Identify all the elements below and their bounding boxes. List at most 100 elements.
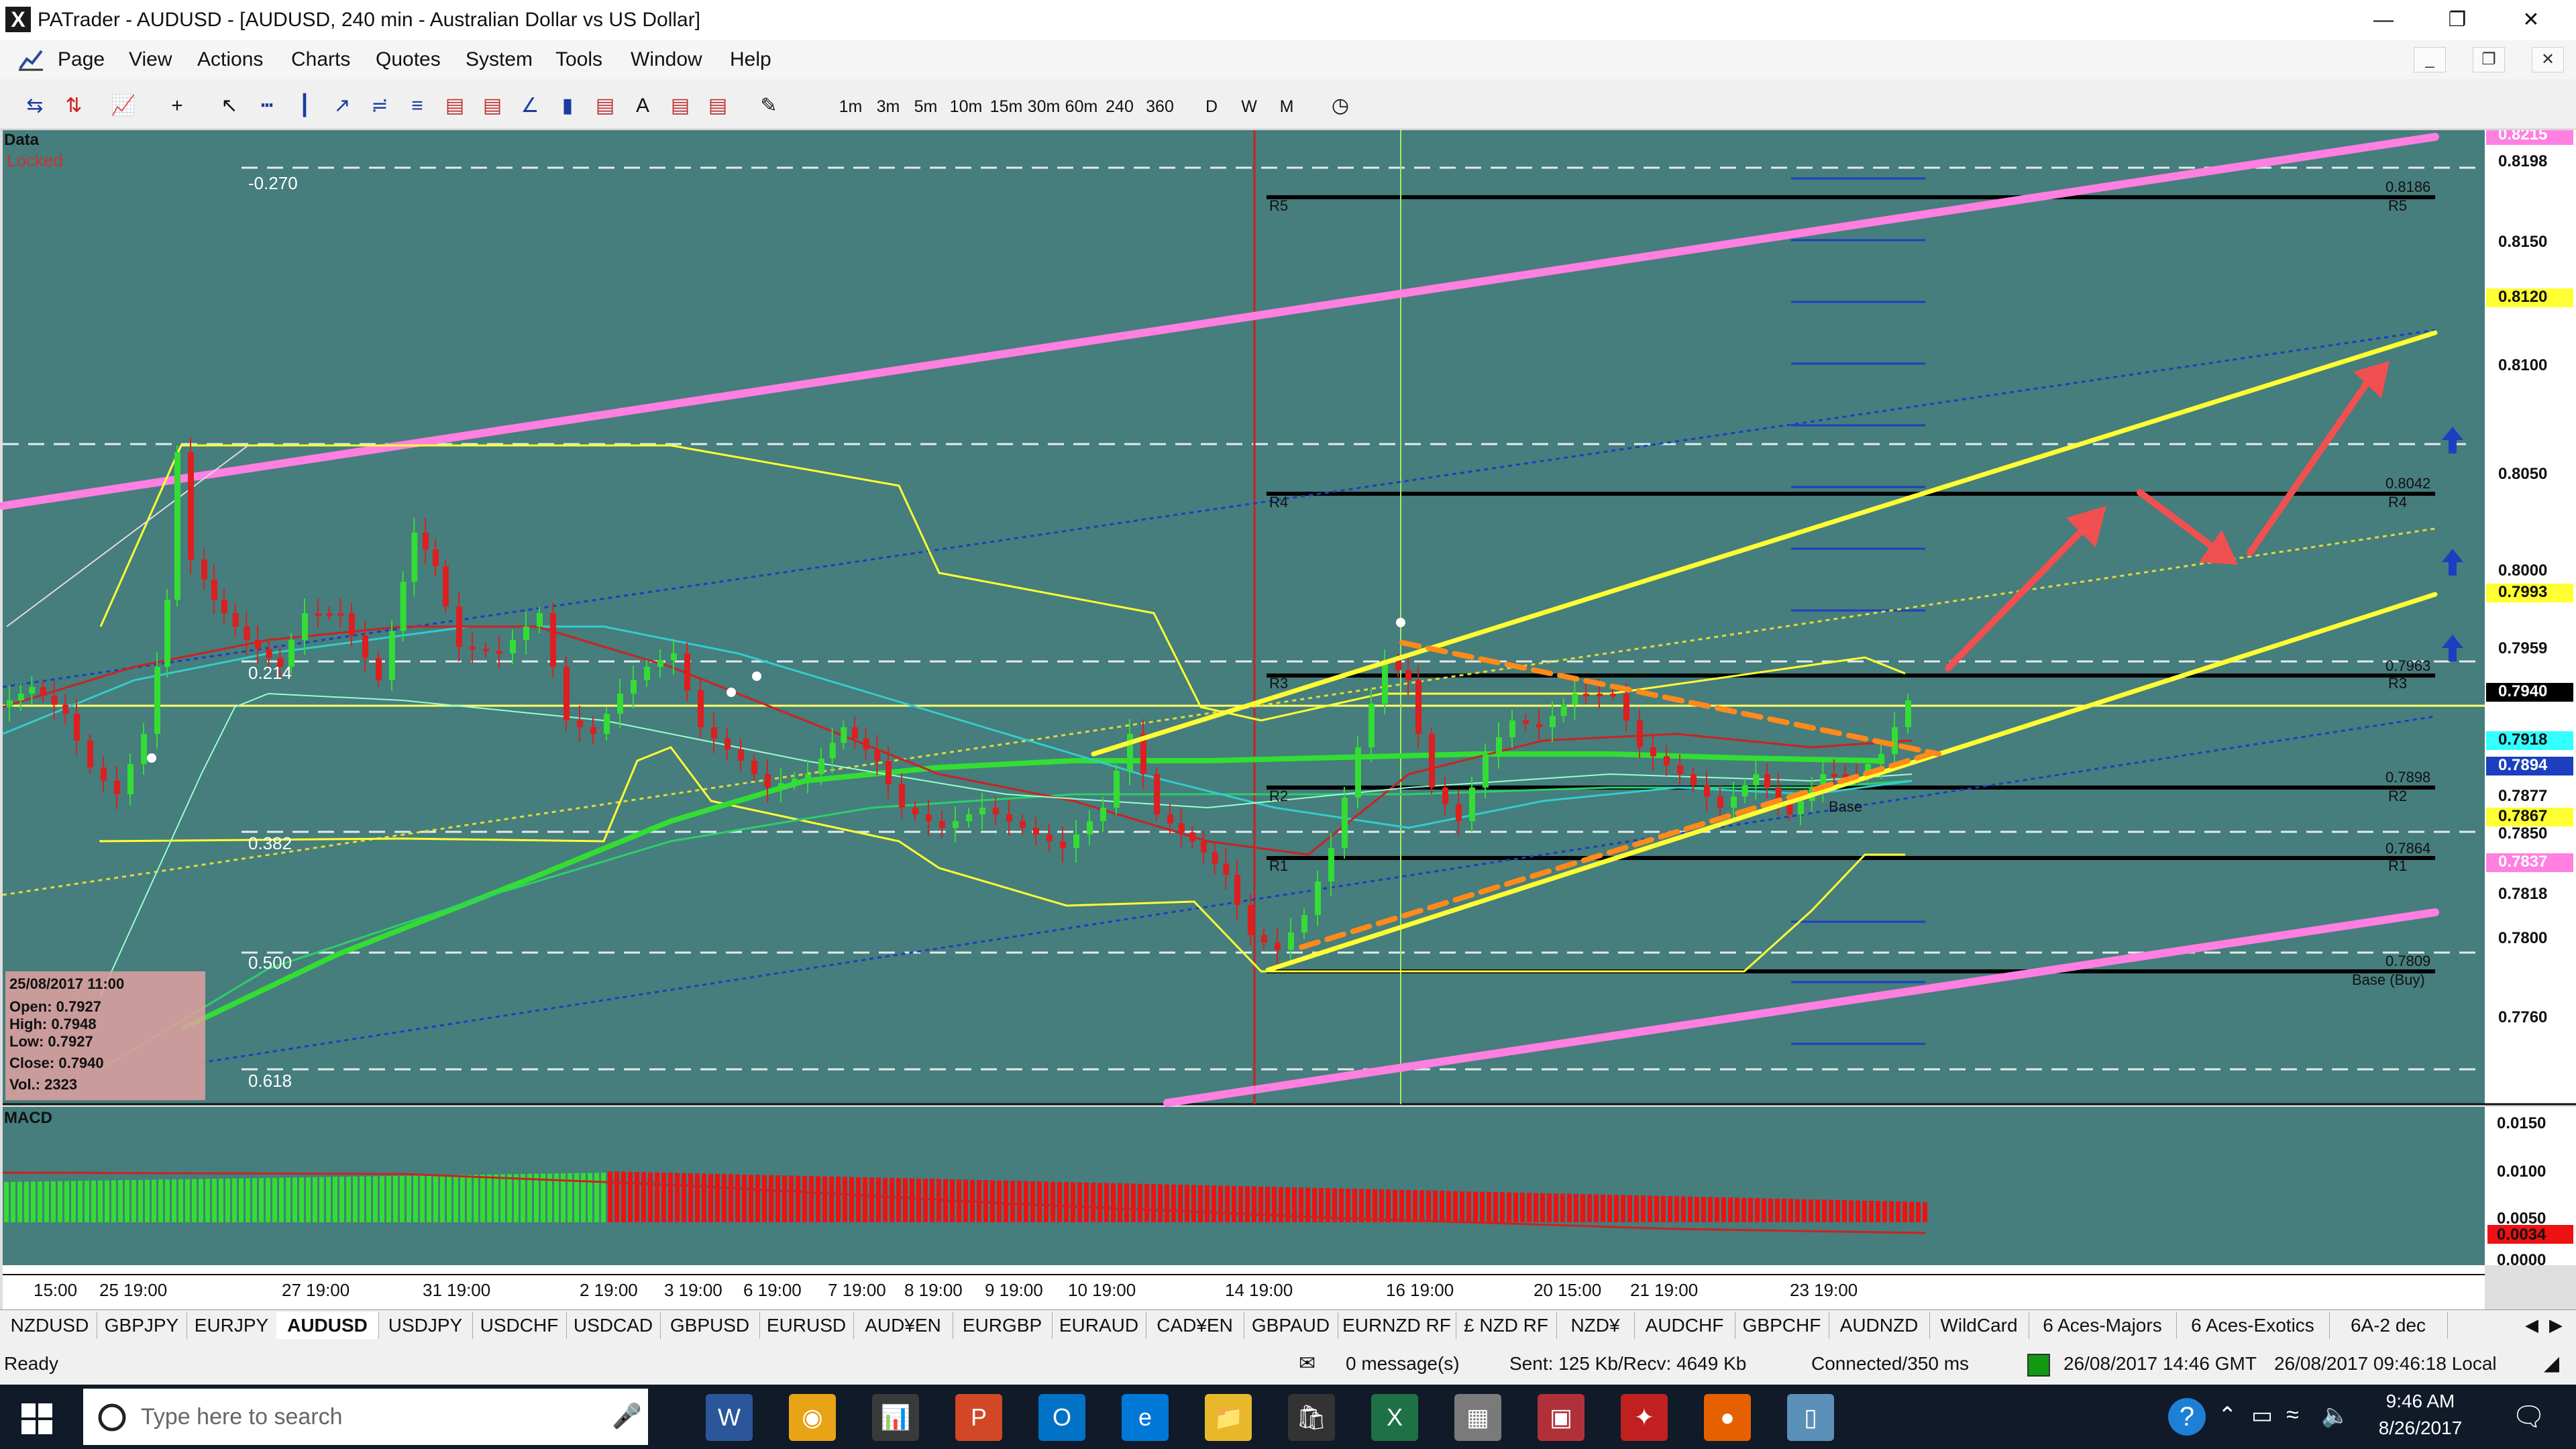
edge-icon[interactable]: e bbox=[1122, 1394, 1169, 1441]
mdi-close-button[interactable]: ✕ bbox=[2532, 47, 2564, 72]
tab-gbpjpy[interactable]: GBPJPY bbox=[97, 1312, 187, 1339]
tab-gbpusd[interactable]: GBPUSD bbox=[660, 1312, 760, 1339]
zoom-out-icon[interactable]: ⇆ bbox=[20, 93, 50, 119]
tab-aud-en[interactable]: AUD¥EN bbox=[853, 1312, 953, 1339]
tf-3m[interactable]: 3m bbox=[871, 94, 906, 119]
firefox-icon[interactable]: ● bbox=[1704, 1394, 1751, 1441]
wifi-icon[interactable]: ≈ bbox=[2286, 1402, 2299, 1428]
menu-system[interactable]: System bbox=[466, 46, 533, 74]
tab-cad-en[interactable]: CAD¥EN bbox=[1146, 1312, 1244, 1339]
tab--nzd-rf[interactable]: £ NZD RF bbox=[1456, 1312, 1557, 1339]
text-tool-icon[interactable]: A bbox=[628, 93, 657, 119]
chart-type-icon[interactable]: 📈 bbox=[109, 93, 138, 119]
tab-audchf[interactable]: AUDCHF bbox=[1634, 1312, 1735, 1339]
mdi-minimize-button[interactable]: _ bbox=[2414, 47, 2446, 72]
tab-euraud[interactable]: EURAUD bbox=[1052, 1312, 1146, 1339]
windows-start-icon[interactable] bbox=[20, 1402, 54, 1436]
help-icon[interactable]: ? bbox=[2168, 1398, 2206, 1436]
battery-icon[interactable]: ▭ bbox=[2251, 1402, 2273, 1429]
menu-view[interactable]: View bbox=[129, 46, 172, 74]
trend-line-icon[interactable]: ↗ bbox=[327, 93, 357, 119]
tf-15m[interactable]: 15m bbox=[986, 94, 1026, 119]
excel-icon[interactable]: X bbox=[1371, 1394, 1418, 1441]
notes-icon[interactable]: ▯ bbox=[1787, 1394, 1834, 1441]
menu-quotes[interactable]: Quotes bbox=[376, 46, 441, 74]
chrome-icon[interactable]: ◉ bbox=[789, 1394, 836, 1441]
tab-gbpaud[interactable]: GBPAUD bbox=[1244, 1312, 1338, 1339]
tf-360[interactable]: 360 bbox=[1140, 94, 1179, 119]
tray-chevron-icon[interactable]: ⌃ bbox=[2218, 1402, 2237, 1429]
tab-audnzd[interactable]: AUDNZD bbox=[1829, 1312, 1930, 1339]
menu-tools[interactable]: Tools bbox=[555, 46, 602, 74]
tf-10m[interactable]: 10m bbox=[946, 94, 986, 119]
menu-help[interactable]: Help bbox=[730, 46, 771, 74]
tab-6-aces-majors[interactable]: 6 Aces-Majors bbox=[2029, 1312, 2177, 1339]
notifications-icon[interactable]: 🗨 bbox=[2512, 1401, 2546, 1432]
message-icon[interactable]: ✉ bbox=[1299, 1350, 1316, 1378]
zoom-in-icon[interactable]: ⇅ bbox=[59, 93, 89, 119]
tf-5m[interactable]: 5m bbox=[908, 94, 943, 119]
menu-window[interactable]: Window bbox=[631, 46, 702, 74]
taskbar-time[interactable]: 9:46 AM bbox=[2360, 1390, 2481, 1413]
close-button[interactable]: ✕ bbox=[2494, 0, 2568, 40]
crosshair-icon[interactable]: + bbox=[162, 93, 192, 119]
tab-nzdusd[interactable]: NZDUSD bbox=[3, 1312, 97, 1339]
store-icon[interactable]: 🛍 bbox=[1288, 1394, 1335, 1441]
cursor-icon[interactable]: ↖ bbox=[215, 93, 244, 119]
indicator-icon[interactable]: ▤ bbox=[665, 93, 695, 119]
file-explorer-icon[interactable]: 📁 bbox=[1205, 1394, 1252, 1441]
cycle-lines-icon[interactable]: ▮ bbox=[553, 93, 582, 119]
volume-icon[interactable]: 🔈 bbox=[2321, 1402, 2349, 1429]
status-messages[interactable]: 0 message(s) bbox=[1346, 1350, 1460, 1378]
menu-actions[interactable]: Actions bbox=[197, 46, 263, 74]
tf-60m[interactable]: 60m bbox=[1061, 94, 1102, 119]
fib-extension-icon[interactable]: ▤ bbox=[440, 93, 470, 119]
powerpoint-icon[interactable]: P bbox=[955, 1394, 1002, 1441]
patrader-icon[interactable]: 📊 bbox=[872, 1394, 919, 1441]
mdi-restore-button[interactable]: ❐ bbox=[2473, 47, 2505, 72]
taskbar-date[interactable]: 8/26/2017 bbox=[2360, 1417, 2481, 1440]
bird-app-icon[interactable]: ✦ bbox=[1621, 1394, 1668, 1441]
horizontal-line-icon[interactable]: ┅ bbox=[252, 93, 282, 119]
tab-usdcad[interactable]: USDCAD bbox=[566, 1312, 661, 1339]
clock-icon[interactable]: ◷ bbox=[1326, 93, 1355, 119]
restore-button[interactable]: ❐ bbox=[2420, 0, 2494, 40]
fib-levels-icon[interactable]: ▤ bbox=[478, 93, 507, 119]
tab-6-aces-exotics[interactable]: 6 Aces-Exotics bbox=[2176, 1312, 2330, 1339]
period-m[interactable]: M bbox=[1273, 94, 1300, 119]
period-w[interactable]: W bbox=[1236, 94, 1263, 119]
tab-audusd[interactable]: AUDUSD bbox=[276, 1312, 379, 1339]
tab-eurusd[interactable]: EURUSD bbox=[759, 1312, 854, 1339]
tf-30m[interactable]: 30m bbox=[1024, 94, 1064, 119]
tab-eurgbp[interactable]: EURGBP bbox=[953, 1312, 1053, 1339]
fib-retracement-icon[interactable]: ≡ bbox=[402, 93, 432, 119]
calculator-icon[interactable]: ▦ bbox=[1454, 1394, 1501, 1441]
menu-page[interactable]: Page bbox=[58, 46, 105, 74]
minimize-button[interactable]: — bbox=[2347, 0, 2420, 40]
tab-gbpchf[interactable]: GBPCHF bbox=[1735, 1312, 1829, 1339]
draw-pen-icon[interactable]: ✎ bbox=[754, 93, 784, 119]
period-d[interactable]: D bbox=[1198, 94, 1225, 119]
gann-fan-icon[interactable]: ∠ bbox=[515, 93, 545, 119]
tf-240[interactable]: 240 bbox=[1100, 94, 1139, 119]
template-icon[interactable]: ▤ bbox=[703, 93, 733, 119]
tab-wildcard[interactable]: WildCard bbox=[1929, 1312, 2029, 1339]
tab-nzd-[interactable]: NZD¥ bbox=[1556, 1312, 1635, 1339]
tab-scroll-right-icon[interactable]: ▶ bbox=[2549, 1315, 2563, 1336]
pivot-icon[interactable]: ▤ bbox=[590, 93, 620, 119]
resize-grip-icon[interactable]: ◢ bbox=[2544, 1350, 2559, 1378]
outlook-icon[interactable]: O bbox=[1038, 1394, 1085, 1441]
tab-usdjpy[interactable]: USDJPY bbox=[378, 1312, 473, 1339]
tab-eurnzd-rf[interactable]: EURNZD RF bbox=[1338, 1312, 1456, 1339]
tf-1m[interactable]: 1m bbox=[833, 94, 868, 119]
pdf-icon[interactable]: ▣ bbox=[1538, 1394, 1585, 1441]
microphone-icon[interactable]: 🎤 bbox=[612, 1402, 642, 1430]
channel-icon[interactable]: ≓ bbox=[365, 93, 394, 119]
tab-usdchf[interactable]: USDCHF bbox=[472, 1312, 567, 1339]
tab-6a-2-dec[interactable]: 6A-2 dec bbox=[2329, 1312, 2448, 1339]
menu-charts[interactable]: Charts bbox=[291, 46, 350, 74]
word-icon[interactable]: W bbox=[706, 1394, 753, 1441]
vertical-line-icon[interactable]: ┃ bbox=[290, 93, 319, 119]
tab-scroll-left-icon[interactable]: ◀ bbox=[2525, 1315, 2538, 1336]
chart-area[interactable]: Data Locked -0.270 0.214 0.382 0.500 0.6… bbox=[0, 130, 2576, 1309]
